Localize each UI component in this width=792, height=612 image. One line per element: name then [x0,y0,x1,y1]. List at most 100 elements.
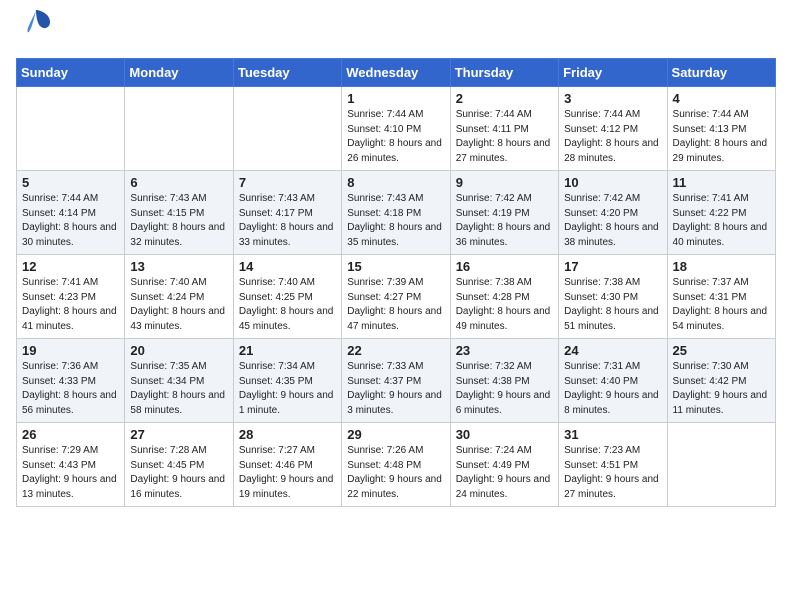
calendar-cell: 5 Sunrise: 7:44 AM Sunset: 4:14 PM Daylig… [17,171,125,255]
day-info: Sunrise: 7:44 AM Sunset: 4:11 PM Dayligh… [456,108,553,166]
day-info: Sunrise: 7:42 AM Sunset: 4:20 PM Dayligh… [564,192,661,250]
day-number: 1 [347,91,444,106]
day-info: Sunrise: 7:40 AM Sunset: 4:24 PM Dayligh… [130,276,227,334]
day-number: 17 [564,259,661,274]
day-info: Sunrise: 7:43 AM Sunset: 4:15 PM Dayligh… [130,192,227,250]
day-info: Sunrise: 7:30 AM Sunset: 4:42 PM Dayligh… [673,360,770,418]
day-info: Sunrise: 7:42 AM Sunset: 4:19 PM Dayligh… [456,192,553,250]
calendar-cell: 20Sunrise: 7:35 AM Sunset: 4:34 PM Dayli… [125,339,233,423]
calendar-cell: 19Sunrise: 7:36 AM Sunset: 4:33 PM Dayli… [17,339,125,423]
calendar-cell [667,423,775,507]
calendar-cell: 27 Sunrise: 7:28 AM Sunset: 4:45 PM Dayli… [125,423,233,507]
calendar-week-row: 19Sunrise: 7:36 AM Sunset: 4:33 PM Dayli… [17,339,776,423]
weekday-header-sunday: Sunday [17,59,125,87]
weekday-header-saturday: Saturday [667,59,775,87]
calendar-cell: 21Sunrise: 7:34 AM Sunset: 4:35 PM Dayli… [233,339,341,423]
calendar-cell: 28 Sunrise: 7:27 AM Sunset: 4:46 PM Dayli… [233,423,341,507]
calendar-cell [17,87,125,171]
day-number: 30 [456,427,553,442]
day-number: 6 [130,175,227,190]
calendar-table: SundayMondayTuesdayWednesdayThursdayFrid… [16,58,776,507]
logo-bird-icon [20,8,52,46]
day-number: 9 [456,175,553,190]
calendar-cell: 13 Sunrise: 7:40 AM Sunset: 4:24 PM Dayli… [125,255,233,339]
day-info: Sunrise: 7:32 AM Sunset: 4:38 PM Dayligh… [456,360,553,418]
calendar-cell: 17 Sunrise: 7:38 AM Sunset: 4:30 PM Dayli… [559,255,667,339]
calendar-cell: 1 Sunrise: 7:44 AM Sunset: 4:10 PM Daylig… [342,87,450,171]
day-info: Sunrise: 7:38 AM Sunset: 4:28 PM Dayligh… [456,276,553,334]
day-number: 11 [673,175,770,190]
day-number: 20 [130,343,227,358]
day-info: Sunrise: 7:44 AM Sunset: 4:14 PM Dayligh… [22,192,119,250]
day-info: Sunrise: 7:26 AM Sunset: 4:48 PM Dayligh… [347,444,444,502]
day-number: 26 [22,427,119,442]
day-info: Sunrise: 7:36 AM Sunset: 4:33 PM Dayligh… [22,360,119,418]
day-number: 28 [239,427,336,442]
day-info: Sunrise: 7:43 AM Sunset: 4:17 PM Dayligh… [239,192,336,250]
day-number: 31 [564,427,661,442]
weekday-header-friday: Friday [559,59,667,87]
calendar-cell: 16 Sunrise: 7:38 AM Sunset: 4:28 PM Dayli… [450,255,558,339]
day-number: 12 [22,259,119,274]
day-number: 22 [347,343,444,358]
day-number: 27 [130,427,227,442]
calendar-week-row: 26 Sunrise: 7:29 AM Sunset: 4:43 PM Dayli… [17,423,776,507]
day-info: Sunrise: 7:28 AM Sunset: 4:45 PM Dayligh… [130,444,227,502]
day-info: Sunrise: 7:41 AM Sunset: 4:23 PM Dayligh… [22,276,119,334]
day-info: Sunrise: 7:38 AM Sunset: 4:30 PM Dayligh… [564,276,661,334]
day-info: Sunrise: 7:29 AM Sunset: 4:43 PM Dayligh… [22,444,119,502]
day-info: Sunrise: 7:44 AM Sunset: 4:12 PM Dayligh… [564,108,661,166]
day-info: Sunrise: 7:31 AM Sunset: 4:40 PM Dayligh… [564,360,661,418]
day-number: 4 [673,91,770,106]
day-number: 7 [239,175,336,190]
day-number: 2 [456,91,553,106]
day-info: Sunrise: 7:39 AM Sunset: 4:27 PM Dayligh… [347,276,444,334]
calendar-cell: 24 Sunrise: 7:31 AM Sunset: 4:40 PM Dayli… [559,339,667,423]
page-header [16,16,776,46]
weekday-header-monday: Monday [125,59,233,87]
calendar-cell: 12 Sunrise: 7:41 AM Sunset: 4:23 PM Dayli… [17,255,125,339]
calendar-cell: 23 Sunrise: 7:32 AM Sunset: 4:38 PM Dayli… [450,339,558,423]
calendar-week-row: 12 Sunrise: 7:41 AM Sunset: 4:23 PM Dayli… [17,255,776,339]
day-info: Sunrise: 7:33 AM Sunset: 4:37 PM Dayligh… [347,360,444,418]
day-number: 18 [673,259,770,274]
calendar-cell: 15 Sunrise: 7:39 AM Sunset: 4:27 PM Dayli… [342,255,450,339]
day-info: Sunrise: 7:40 AM Sunset: 4:25 PM Dayligh… [239,276,336,334]
day-info: Sunrise: 7:44 AM Sunset: 4:13 PM Dayligh… [673,108,770,166]
calendar-cell: 25 Sunrise: 7:30 AM Sunset: 4:42 PM Dayli… [667,339,775,423]
day-number: 3 [564,91,661,106]
day-number: 16 [456,259,553,274]
calendar-cell: 18Sunrise: 7:37 AM Sunset: 4:31 PM Dayli… [667,255,775,339]
calendar-header-row: SundayMondayTuesdayWednesdayThursdayFrid… [17,59,776,87]
calendar-cell: 4 Sunrise: 7:44 AM Sunset: 4:13 PM Daylig… [667,87,775,171]
calendar-week-row: 5 Sunrise: 7:44 AM Sunset: 4:14 PM Daylig… [17,171,776,255]
day-number: 24 [564,343,661,358]
day-number: 23 [456,343,553,358]
calendar-cell: 2 Sunrise: 7:44 AM Sunset: 4:11 PM Daylig… [450,87,558,171]
calendar-cell [233,87,341,171]
calendar-cell: 10 Sunrise: 7:42 AM Sunset: 4:20 PM Dayli… [559,171,667,255]
day-number: 10 [564,175,661,190]
logo [16,16,52,46]
day-info: Sunrise: 7:27 AM Sunset: 4:46 PM Dayligh… [239,444,336,502]
day-info: Sunrise: 7:24 AM Sunset: 4:49 PM Dayligh… [456,444,553,502]
calendar-cell: 6 Sunrise: 7:43 AM Sunset: 4:15 PM Daylig… [125,171,233,255]
weekday-header-wednesday: Wednesday [342,59,450,87]
calendar-cell [125,87,233,171]
calendar-cell: 7 Sunrise: 7:43 AM Sunset: 4:17 PM Daylig… [233,171,341,255]
calendar-cell: 11 Sunrise: 7:41 AM Sunset: 4:22 PM Dayli… [667,171,775,255]
day-number: 15 [347,259,444,274]
day-info: Sunrise: 7:41 AM Sunset: 4:22 PM Dayligh… [673,192,770,250]
calendar-cell: 31 Sunrise: 7:23 AM Sunset: 4:51 PM Dayli… [559,423,667,507]
day-number: 8 [347,175,444,190]
calendar-cell: 29 Sunrise: 7:26 AM Sunset: 4:48 PM Dayli… [342,423,450,507]
day-number: 5 [22,175,119,190]
calendar-cell: 14 Sunrise: 7:40 AM Sunset: 4:25 PM Dayli… [233,255,341,339]
day-number: 14 [239,259,336,274]
day-info: Sunrise: 7:23 AM Sunset: 4:51 PM Dayligh… [564,444,661,502]
day-number: 13 [130,259,227,274]
day-number: 25 [673,343,770,358]
day-number: 29 [347,427,444,442]
day-info: Sunrise: 7:44 AM Sunset: 4:10 PM Dayligh… [347,108,444,166]
weekday-header-tuesday: Tuesday [233,59,341,87]
